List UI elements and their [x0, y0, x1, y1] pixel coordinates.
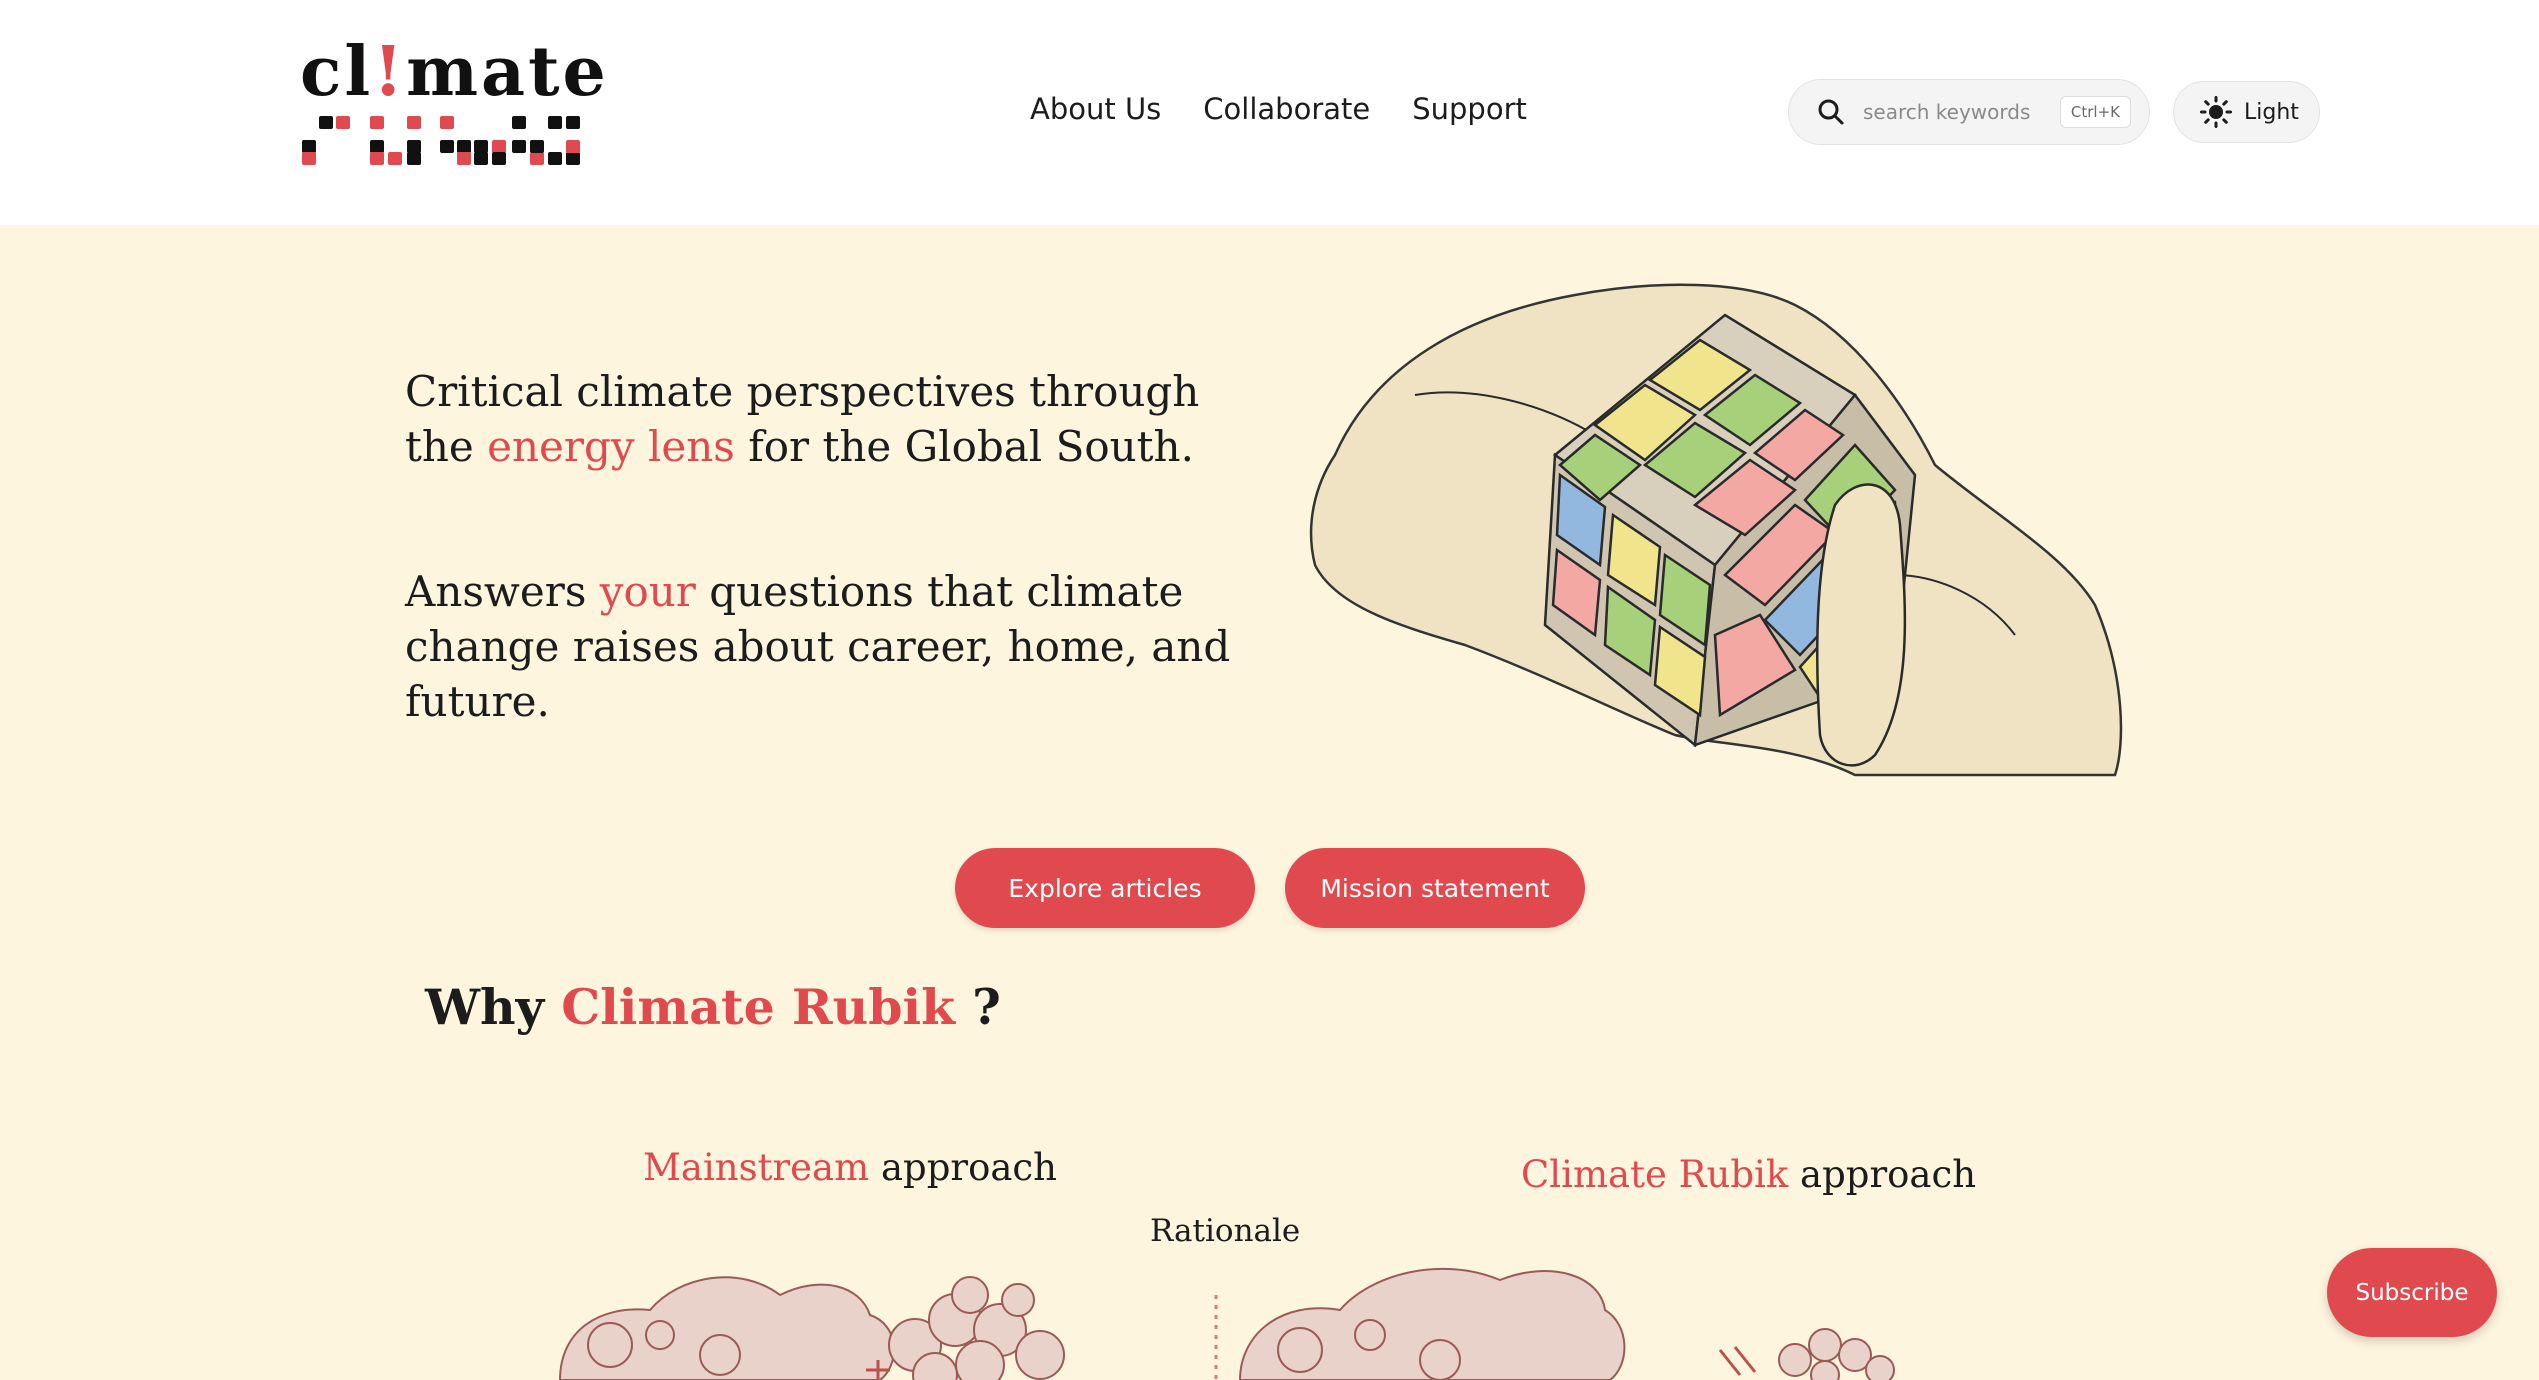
climate-rubik-approach-heading: Climate Rubik approach	[1521, 1153, 1977, 1196]
logo[interactable]: cl!mate	[300, 32, 609, 178]
search-box[interactable]: Ctrl+K	[1788, 79, 2150, 145]
subscribe-button[interactable]: Subscribe	[2327, 1248, 2497, 1337]
hero-tagline: Critical climate perspectives through th…	[405, 367, 1200, 471]
mission-statement-button[interactable]: Mission statement	[1285, 848, 1585, 928]
hero-subtagline: Answers your questions that climate chan…	[405, 567, 1231, 726]
theme-label: Light	[2244, 99, 2299, 125]
logo-wordmark: cl!mate	[300, 32, 609, 112]
nav-about-us[interactable]: About Us	[1030, 92, 1161, 126]
rubik-cube-hand-illustration	[1309, 283, 2123, 777]
nav-support[interactable]: Support	[1412, 92, 1527, 126]
site-header: cl!mate About Us Collaborate Support sea…	[0, 0, 2539, 225]
theme-toggle-button[interactable]: Light	[2173, 81, 2320, 143]
logo-pixel-grid	[302, 116, 580, 165]
main-nav: About Us Collaborate Support	[1030, 92, 1527, 126]
nav-collaborate[interactable]: Collaborate	[1203, 92, 1370, 126]
search-icon	[1818, 99, 1844, 125]
approach-comparison-illustration	[558, 1267, 1895, 1380]
search-input[interactable]	[1863, 100, 2060, 124]
search-shortcut-hint: Ctrl+K	[2059, 96, 2131, 128]
explore-articles-button[interactable]: Explore articles	[955, 848, 1255, 928]
sun-icon	[2200, 96, 2232, 128]
why-heading: Why Climate Rubik ?	[425, 978, 1001, 1036]
mainstream-approach-heading: Mainstream approach	[643, 1146, 1057, 1189]
hero-text: Critical climate perspectives through th…	[405, 364, 1255, 729]
